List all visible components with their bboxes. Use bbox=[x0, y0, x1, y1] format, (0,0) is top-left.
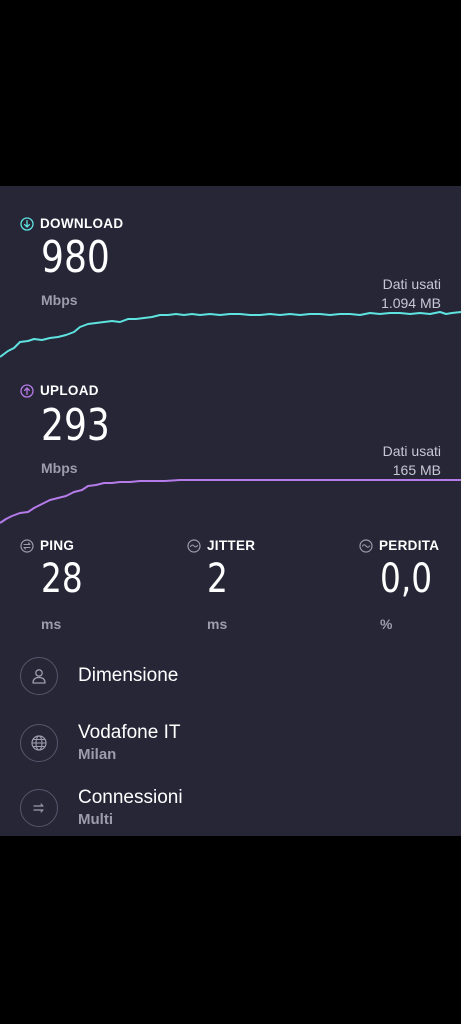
jitter-header: JITTER bbox=[187, 538, 255, 553]
upload-label: UPLOAD bbox=[40, 383, 99, 398]
speedtest-result-screen: DOWNLOAD 980 Mbps Dati usati 1.094 MB UP… bbox=[0, 186, 461, 836]
ping-label: PING bbox=[40, 538, 75, 553]
connections-title: Connessioni bbox=[78, 787, 183, 808]
info-row-provider[interactable]: Vodafone IT Milan bbox=[20, 721, 180, 765]
provider-title: Vodafone IT bbox=[78, 722, 181, 743]
upload-data-used-label: Dati usati bbox=[382, 443, 441, 459]
info-row-connections[interactable]: Connessioni Multi bbox=[20, 786, 183, 830]
upload-arrow-icon bbox=[20, 383, 34, 398]
loss-header: PERDITA bbox=[359, 538, 439, 553]
jitter-value: 2 bbox=[207, 556, 228, 602]
info-row-dimension[interactable]: Dimensione bbox=[20, 657, 178, 695]
jitter-icon bbox=[187, 538, 201, 553]
ping-icon bbox=[20, 538, 34, 553]
loss-value: 0,0 bbox=[380, 556, 433, 602]
download-data-used-label: Dati usati bbox=[382, 276, 441, 292]
ping-unit: ms bbox=[41, 616, 62, 632]
connections-mode: Multi bbox=[78, 811, 113, 828]
upload-header: UPLOAD bbox=[20, 383, 99, 398]
ping-header: PING bbox=[20, 538, 74, 553]
download-graph bbox=[0, 311, 461, 358]
packet-loss-icon bbox=[359, 538, 373, 553]
jitter-label: JITTER bbox=[207, 538, 256, 553]
upload-value: 293 bbox=[41, 400, 110, 451]
globe-icon bbox=[20, 724, 58, 762]
loss-unit: % bbox=[380, 616, 393, 632]
provider-location: Milan bbox=[78, 746, 117, 763]
download-value: 980 bbox=[41, 232, 110, 283]
ping-value: 28 bbox=[41, 556, 83, 602]
jitter-unit: ms bbox=[207, 616, 228, 632]
download-label: DOWNLOAD bbox=[40, 216, 124, 231]
download-header: DOWNLOAD bbox=[20, 216, 123, 231]
dimension-title: Dimensione bbox=[78, 665, 179, 686]
connections-icon bbox=[20, 789, 58, 827]
user-icon bbox=[20, 657, 58, 695]
loss-label: PERDITA bbox=[379, 538, 440, 553]
upload-graph bbox=[0, 479, 461, 524]
download-arrow-icon bbox=[20, 216, 34, 231]
